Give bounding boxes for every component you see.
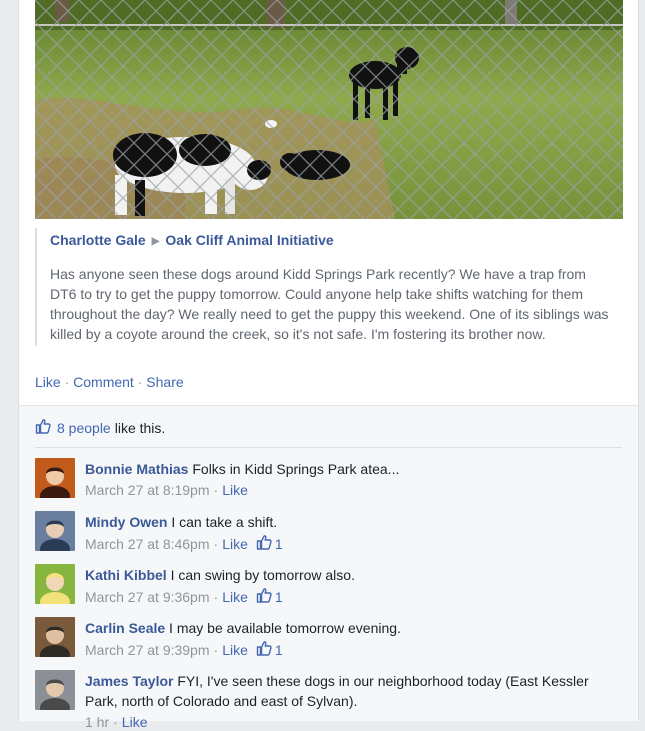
likes-summary: 8 people like this. — [35, 418, 165, 437]
avatar[interactable] — [35, 511, 75, 551]
like-link[interactable]: Like — [35, 374, 61, 390]
comment-author-link[interactable]: James Taylor — [85, 673, 173, 689]
avatar[interactable] — [35, 564, 75, 604]
meta-separator: · — [213, 536, 219, 552]
like-count: 1 — [274, 642, 283, 658]
comment-like-link[interactable]: Like — [222, 641, 248, 659]
shared-post-header: Charlotte Gale ▶ Oak Cliff Animal Initiati… — [50, 232, 622, 248]
comment-body: Mindy Owen I can take a shift. March 27 a… — [85, 512, 620, 554]
comment-timestamp[interactable]: March 27 at 9:36pm — [85, 588, 210, 606]
comment-meta: March 27 at 8:46pm · Like 1 — [85, 534, 620, 554]
dogs-photo-illustration — [35, 0, 623, 219]
share-link[interactable]: Share — [146, 374, 183, 390]
comment-author-link[interactable]: Mindy Owen — [85, 514, 167, 530]
divider — [35, 447, 622, 448]
like-count: 1 — [274, 536, 283, 552]
comment-body: Kathi Kibbel I can swing by tomorrow als… — [85, 565, 620, 607]
comment-meta: March 27 at 9:39pm · Like 1 — [85, 640, 620, 660]
thumbs-up-icon — [256, 534, 272, 554]
comment-meta: 1 hr · Like — [85, 713, 620, 731]
shared-post: Charlotte Gale ▶ Oak Cliff Animal Initiati… — [35, 228, 622, 346]
like-count: 1 — [274, 589, 283, 605]
comment-text: I can take a shift. — [171, 514, 278, 530]
comment-author-link[interactable]: Kathi Kibbel — [85, 567, 167, 583]
action-separator: · — [64, 374, 70, 390]
comment-body: Bonnie Mathias Folks in Kidd Springs Par… — [85, 459, 620, 499]
comment-text: I may be available tomorrow evening. — [169, 620, 401, 636]
likes-count-link[interactable]: 8 people — [57, 420, 111, 436]
meta-separator: · — [113, 714, 118, 730]
shared-post-text: Has anyone seen these dogs around Kidd S… — [50, 266, 609, 342]
comment-timestamp[interactable]: 1 hr — [85, 713, 109, 731]
comment-like-link[interactable]: Like — [122, 713, 148, 731]
comment-text: I can swing by tomorrow also. — [170, 567, 355, 583]
comment-timestamp[interactable]: March 27 at 8:46pm — [85, 535, 210, 553]
comment-item: Kathi Kibbel I can swing by tomorrow als… — [35, 564, 615, 614]
comment-item: James Taylor FYI, I've seen these dogs i… — [35, 670, 615, 730]
avatar[interactable] — [35, 617, 75, 657]
thumbs-up-icon — [256, 587, 272, 607]
post-photo[interactable] — [35, 0, 623, 219]
comment-body: Carlin Seale I may be available tomorrow… — [85, 618, 620, 660]
meta-separator: · — [213, 482, 219, 498]
avatar[interactable] — [35, 458, 75, 498]
comment-like-count[interactable]: 1 — [256, 534, 283, 554]
comment-author-link[interactable]: Carlin Seale — [85, 620, 165, 636]
shared-group-link[interactable]: Oak Cliff Animal Initiative — [165, 232, 333, 248]
feed-post-card: Charlotte Gale ▶ Oak Cliff Animal Initiati… — [18, 0, 639, 730]
likes-suffix: like this. — [114, 419, 166, 436]
meta-separator: · — [213, 642, 219, 658]
action-separator: · — [137, 374, 143, 390]
post-actions: Like · Comment · Share — [35, 374, 184, 390]
comment-like-count[interactable]: 1 — [256, 587, 283, 607]
thumbs-up-icon — [256, 640, 272, 660]
comment-like-link[interactable]: Like — [222, 481, 248, 499]
comment-item: Bonnie Mathias Folks in Kidd Springs Par… — [35, 458, 615, 508]
comment-meta: March 27 at 9:36pm · Like 1 — [85, 587, 620, 607]
comment-item: Carlin Seale I may be available tomorrow… — [35, 617, 615, 667]
comment-item: Mindy Owen I can take a shift. March 27 a… — [35, 511, 615, 561]
triangle-right-icon: ▶ — [151, 236, 160, 247]
comment-author-link[interactable]: Bonnie Mathias — [85, 461, 188, 477]
meta-separator: · — [213, 589, 219, 605]
avatar[interactable] — [35, 670, 75, 710]
comment-link[interactable]: Comment — [73, 374, 134, 390]
comment-body: James Taylor FYI, I've seen these dogs i… — [85, 671, 620, 731]
comments-section: 8 people like this. Bonnie Mathias Folks… — [19, 405, 638, 730]
shared-author-link[interactable]: Charlotte Gale — [50, 232, 146, 248]
comment-timestamp[interactable]: March 27 at 9:39pm — [85, 641, 210, 659]
comment-meta: March 27 at 8:19pm · Like — [85, 481, 620, 499]
comment-like-link[interactable]: Like — [222, 535, 248, 553]
comment-text: Folks in Kidd Springs Park atea... — [192, 461, 400, 477]
comment-timestamp[interactable]: March 27 at 8:19pm — [85, 481, 210, 499]
thumbs-up-icon — [35, 418, 51, 437]
comment-like-count[interactable]: 1 — [256, 640, 283, 660]
comment-like-link[interactable]: Like — [222, 588, 248, 606]
